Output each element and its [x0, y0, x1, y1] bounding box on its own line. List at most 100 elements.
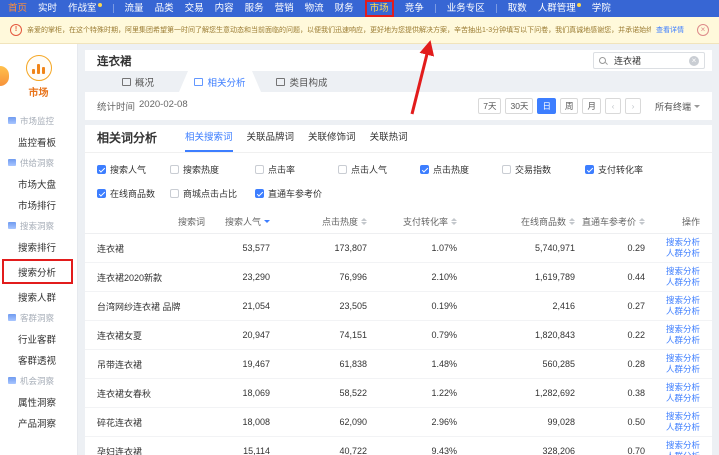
analysis-title: 相关词分析 — [97, 129, 157, 146]
sidebar-item[interactable]: 市场大盘 — [0, 173, 77, 194]
search-analysis-link[interactable]: 搜索分析 — [666, 266, 700, 277]
sidebar-item[interactable]: 搜索排行 — [0, 236, 77, 257]
analysis-tab[interactable]: 关联品牌词 — [247, 129, 295, 152]
period-button[interactable]: 周 — [560, 98, 579, 114]
metric-checkbox[interactable]: 交易指数 — [502, 163, 585, 176]
analysis-tab[interactable]: 相关搜索词 — [185, 129, 233, 152]
sidebar-item[interactable]: 属性洞察 — [0, 391, 77, 412]
nav-item[interactable]: 学院 — [592, 0, 611, 17]
metric-checkbox[interactable]: 点击率 — [255, 163, 338, 176]
nav-item[interactable]: 服务 — [245, 0, 264, 17]
column-header[interactable]: 支付转化率 — [367, 215, 457, 228]
sidebar-item[interactable]: 市场监控 — [0, 110, 77, 131]
notice-detail-link[interactable]: 查看详情 — [656, 25, 684, 35]
notice-bar: ! 亲爱的掌柜，在这个特殊时期，阿里集团希望第一时间了解您生意动态和当前面临的问… — [0, 17, 719, 44]
next-date-button[interactable]: › — [625, 98, 641, 114]
prev-date-button[interactable]: ‹ — [605, 98, 621, 114]
sidebar-item[interactable]: 行业客群 — [0, 328, 77, 349]
period-button[interactable]: 7天 — [478, 98, 501, 114]
sidebar-item[interactable]: 机会洞察 — [0, 370, 77, 391]
nav-item[interactable]: 营销 — [275, 0, 294, 17]
search-word-cell: 碎花连衣裙 — [97, 416, 205, 429]
crowd-analysis-link[interactable]: 人群分析 — [666, 306, 700, 317]
click-heat-cell: 61,838 — [270, 359, 367, 369]
nav-item[interactable]: 品类 — [155, 0, 174, 17]
metric-checkbox[interactable]: 搜索热度 — [170, 163, 255, 176]
nav-item[interactable]: 竞争 — [405, 0, 424, 17]
period-button[interactable]: 30天 — [505, 98, 533, 114]
close-icon[interactable]: × — [697, 24, 709, 36]
metric-label: 商城点击占比 — [183, 187, 237, 200]
page-tab[interactable]: 相关分析 — [179, 71, 261, 92]
table-header: 搜索词 搜索人气 点击热度 支付转化率 — [85, 210, 712, 234]
metric-checkbox[interactable]: 点击热度 — [420, 163, 502, 176]
nav-item[interactable]: 物流 — [305, 0, 324, 17]
sidebar-item-label: 行业客群 — [18, 332, 56, 346]
metric-checkbox[interactable]: 商城点击占比 — [170, 187, 255, 200]
nav-item[interactable]: 取数 — [508, 0, 527, 17]
search-analysis-link[interactable]: 搜索分析 — [666, 382, 700, 393]
sidebar-item[interactable]: 客群洞察 — [0, 307, 77, 328]
crowd-analysis-link[interactable]: 人群分析 — [666, 364, 700, 375]
nav-item[interactable]: 业务专区 — [447, 0, 485, 17]
column-header[interactable]: 在线商品数 — [457, 215, 575, 228]
sidebar-item[interactable]: 搜索人群 — [0, 286, 77, 307]
sidebar-item[interactable]: 客群透视 — [0, 349, 77, 370]
metric-checkbox[interactable]: 支付转化率 — [585, 163, 712, 176]
nav-item[interactable]: 流量 — [125, 0, 144, 17]
crowd-analysis-link[interactable]: 人群分析 — [666, 277, 700, 288]
metric-checkbox[interactable]: 在线商品数 — [97, 187, 170, 200]
sidebar-item-label: 机会洞察 — [20, 375, 54, 387]
sidebar-item[interactable]: 监控看板 — [0, 131, 77, 152]
nav-item[interactable]: 实时 — [38, 0, 57, 17]
page-tab[interactable]: 概况 — [97, 71, 179, 92]
sidebar-item[interactable]: 供给洞察 — [0, 152, 77, 173]
nav-item[interactable]: 内容 — [215, 0, 234, 17]
metric-checkbox[interactable]: 搜索人气 — [97, 163, 170, 176]
sidebar-item[interactable]: 搜索分析 — [2, 259, 73, 284]
search-analysis-link[interactable]: 搜索分析 — [666, 440, 700, 451]
nav-item-label: 财务 — [335, 0, 354, 17]
nav-item[interactable]: 人群管理 — [538, 0, 581, 17]
sidebar-item[interactable]: 搜索洞察 — [0, 215, 77, 236]
checkbox-icon — [170, 165, 179, 174]
column-header[interactable]: 操作 — [645, 215, 700, 228]
page-tab[interactable]: 类目构成 — [261, 71, 343, 92]
nav-item-label: 品类 — [155, 0, 174, 17]
search-analysis-link[interactable]: 搜索分析 — [666, 411, 700, 422]
click-heat-cell: 23,505 — [270, 301, 367, 311]
sidebar-item[interactable]: 产品洞察 — [0, 412, 77, 433]
column-header[interactable]: 直通车参考价 — [575, 215, 645, 228]
crowd-analysis-link[interactable]: 人群分析 — [666, 248, 700, 259]
crowd-analysis-link[interactable]: 人群分析 — [666, 393, 700, 404]
period-button[interactable]: 日 — [537, 98, 556, 114]
search-analysis-link[interactable]: 搜索分析 — [666, 353, 700, 364]
crowd-analysis-link[interactable]: 人群分析 — [666, 422, 700, 433]
nav-item[interactable]: 财务 — [335, 0, 354, 17]
column-header[interactable]: 搜索词 — [97, 215, 205, 228]
crowd-analysis-link[interactable]: 人群分析 — [666, 451, 700, 455]
column-header[interactable]: 搜索人气 — [205, 215, 270, 228]
crowd-analysis-link[interactable]: 人群分析 — [666, 335, 700, 346]
folder-icon — [8, 159, 16, 166]
nav-item[interactable]: 交易 — [185, 0, 204, 17]
search-input[interactable] — [612, 55, 685, 67]
analysis-tab[interactable]: 关联热词 — [370, 129, 408, 152]
nav-item[interactable]: 市场 — [365, 0, 394, 17]
search-analysis-link[interactable]: 搜索分析 — [666, 324, 700, 335]
nav-item-label: 竞争 — [405, 0, 424, 17]
terminal-select[interactable]: 所有终端 — [655, 100, 700, 113]
nav-item[interactable]: 首页 — [8, 0, 27, 17]
search-analysis-link[interactable]: 搜索分析 — [666, 237, 700, 248]
folder-icon — [8, 222, 16, 229]
nav-item[interactable]: 作战室 — [68, 0, 102, 17]
metric-checkbox[interactable]: 直通车参考价 — [255, 187, 338, 200]
sidebar-item[interactable]: 市场排行 — [0, 194, 77, 215]
sidebar-item-label: 供给洞察 — [20, 157, 54, 169]
search-analysis-link[interactable]: 搜索分析 — [666, 295, 700, 306]
clear-icon[interactable]: × — [689, 56, 699, 66]
column-header[interactable]: 点击热度 — [270, 215, 367, 228]
metric-checkbox[interactable]: 点击人气 — [338, 163, 420, 176]
analysis-tab[interactable]: 关联修饰词 — [308, 129, 356, 152]
period-button[interactable]: 月 — [582, 98, 601, 114]
